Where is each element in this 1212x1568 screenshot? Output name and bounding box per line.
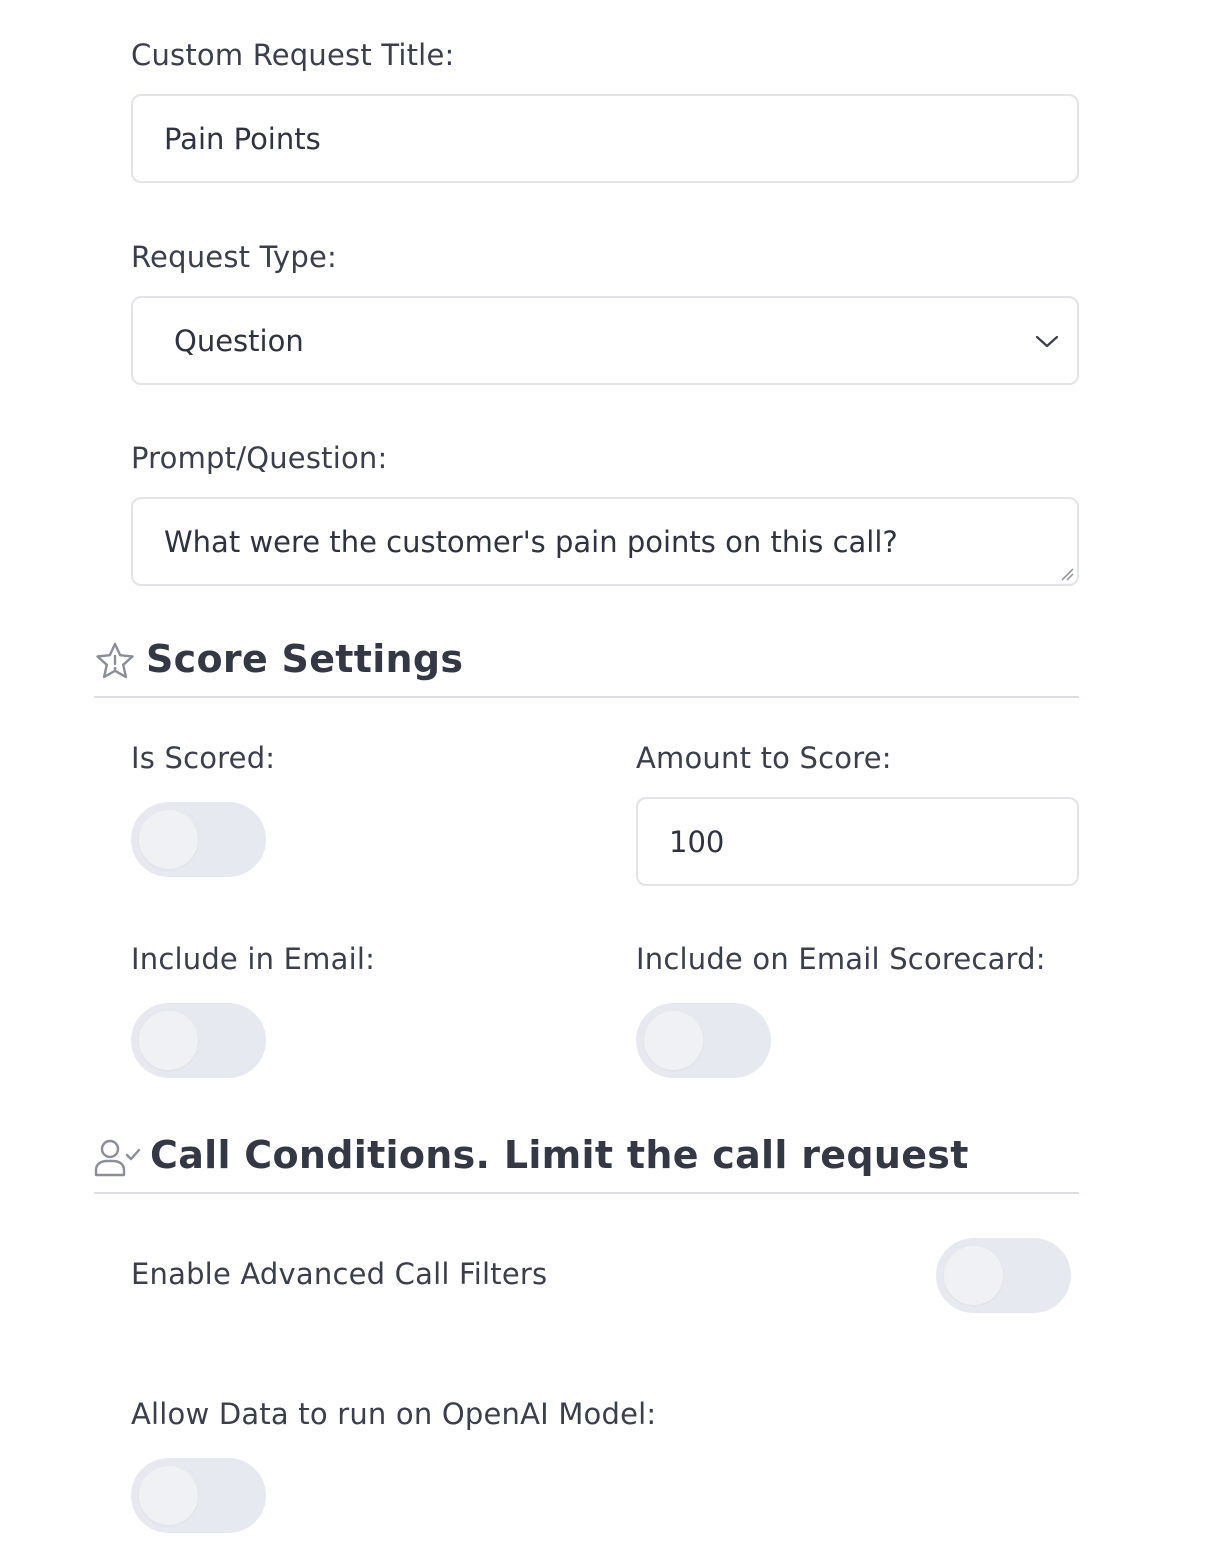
score-settings-divider <box>94 696 1079 698</box>
amount-to-score-input[interactable]: 100 <box>636 797 1079 886</box>
toggle-knob <box>139 1011 198 1070</box>
title-input-value: Pain Points <box>164 121 321 156</box>
openai-toggle[interactable] <box>131 1458 266 1533</box>
title-label: Custom Request Title: <box>131 38 455 72</box>
is-scored-toggle[interactable] <box>131 802 266 877</box>
toggle-knob <box>139 1466 198 1525</box>
request-type-label: Request Type: <box>131 240 337 274</box>
resize-handle-icon[interactable] <box>1060 567 1074 581</box>
star-icon <box>96 642 134 679</box>
include-on-scorecard-toggle[interactable] <box>636 1003 771 1078</box>
chevron-down-icon <box>1035 335 1059 348</box>
score-settings-heading: Score Settings <box>146 637 464 681</box>
request-type-select[interactable]: Question <box>131 296 1079 385</box>
request-form: Custom Request Title: Pain Points Reques… <box>0 0 1212 1568</box>
toggle-knob <box>644 1011 703 1070</box>
advanced-filters-label: Enable Advanced Call Filters <box>131 1257 548 1291</box>
request-type-value: Question <box>174 323 304 358</box>
prompt-textarea[interactable]: What were the customer's pain points on … <box>131 497 1079 586</box>
prompt-value: What were the customer's pain points on … <box>164 524 898 559</box>
amount-to-score-label: Amount to Score: <box>636 741 892 775</box>
user-check-icon <box>94 1139 141 1177</box>
advanced-filters-toggle[interactable] <box>936 1238 1071 1313</box>
amount-to-score-value: 100 <box>669 824 725 859</box>
prompt-label: Prompt/Question: <box>131 441 388 475</box>
call-conditions-heading: Call Conditions. Limit the call request <box>150 1133 969 1177</box>
openai-label: Allow Data to run on OpenAI Model: <box>131 1397 657 1431</box>
include-in-email-toggle[interactable] <box>131 1003 266 1078</box>
is-scored-label: Is Scored: <box>131 741 276 775</box>
include-in-email-label: Include in Email: <box>131 942 376 976</box>
title-input[interactable]: Pain Points <box>131 94 1079 183</box>
toggle-knob <box>139 810 198 869</box>
include-on-scorecard-label: Include on Email Scorecard: <box>636 942 1046 976</box>
call-conditions-divider <box>94 1192 1079 1194</box>
toggle-knob <box>944 1246 1003 1305</box>
